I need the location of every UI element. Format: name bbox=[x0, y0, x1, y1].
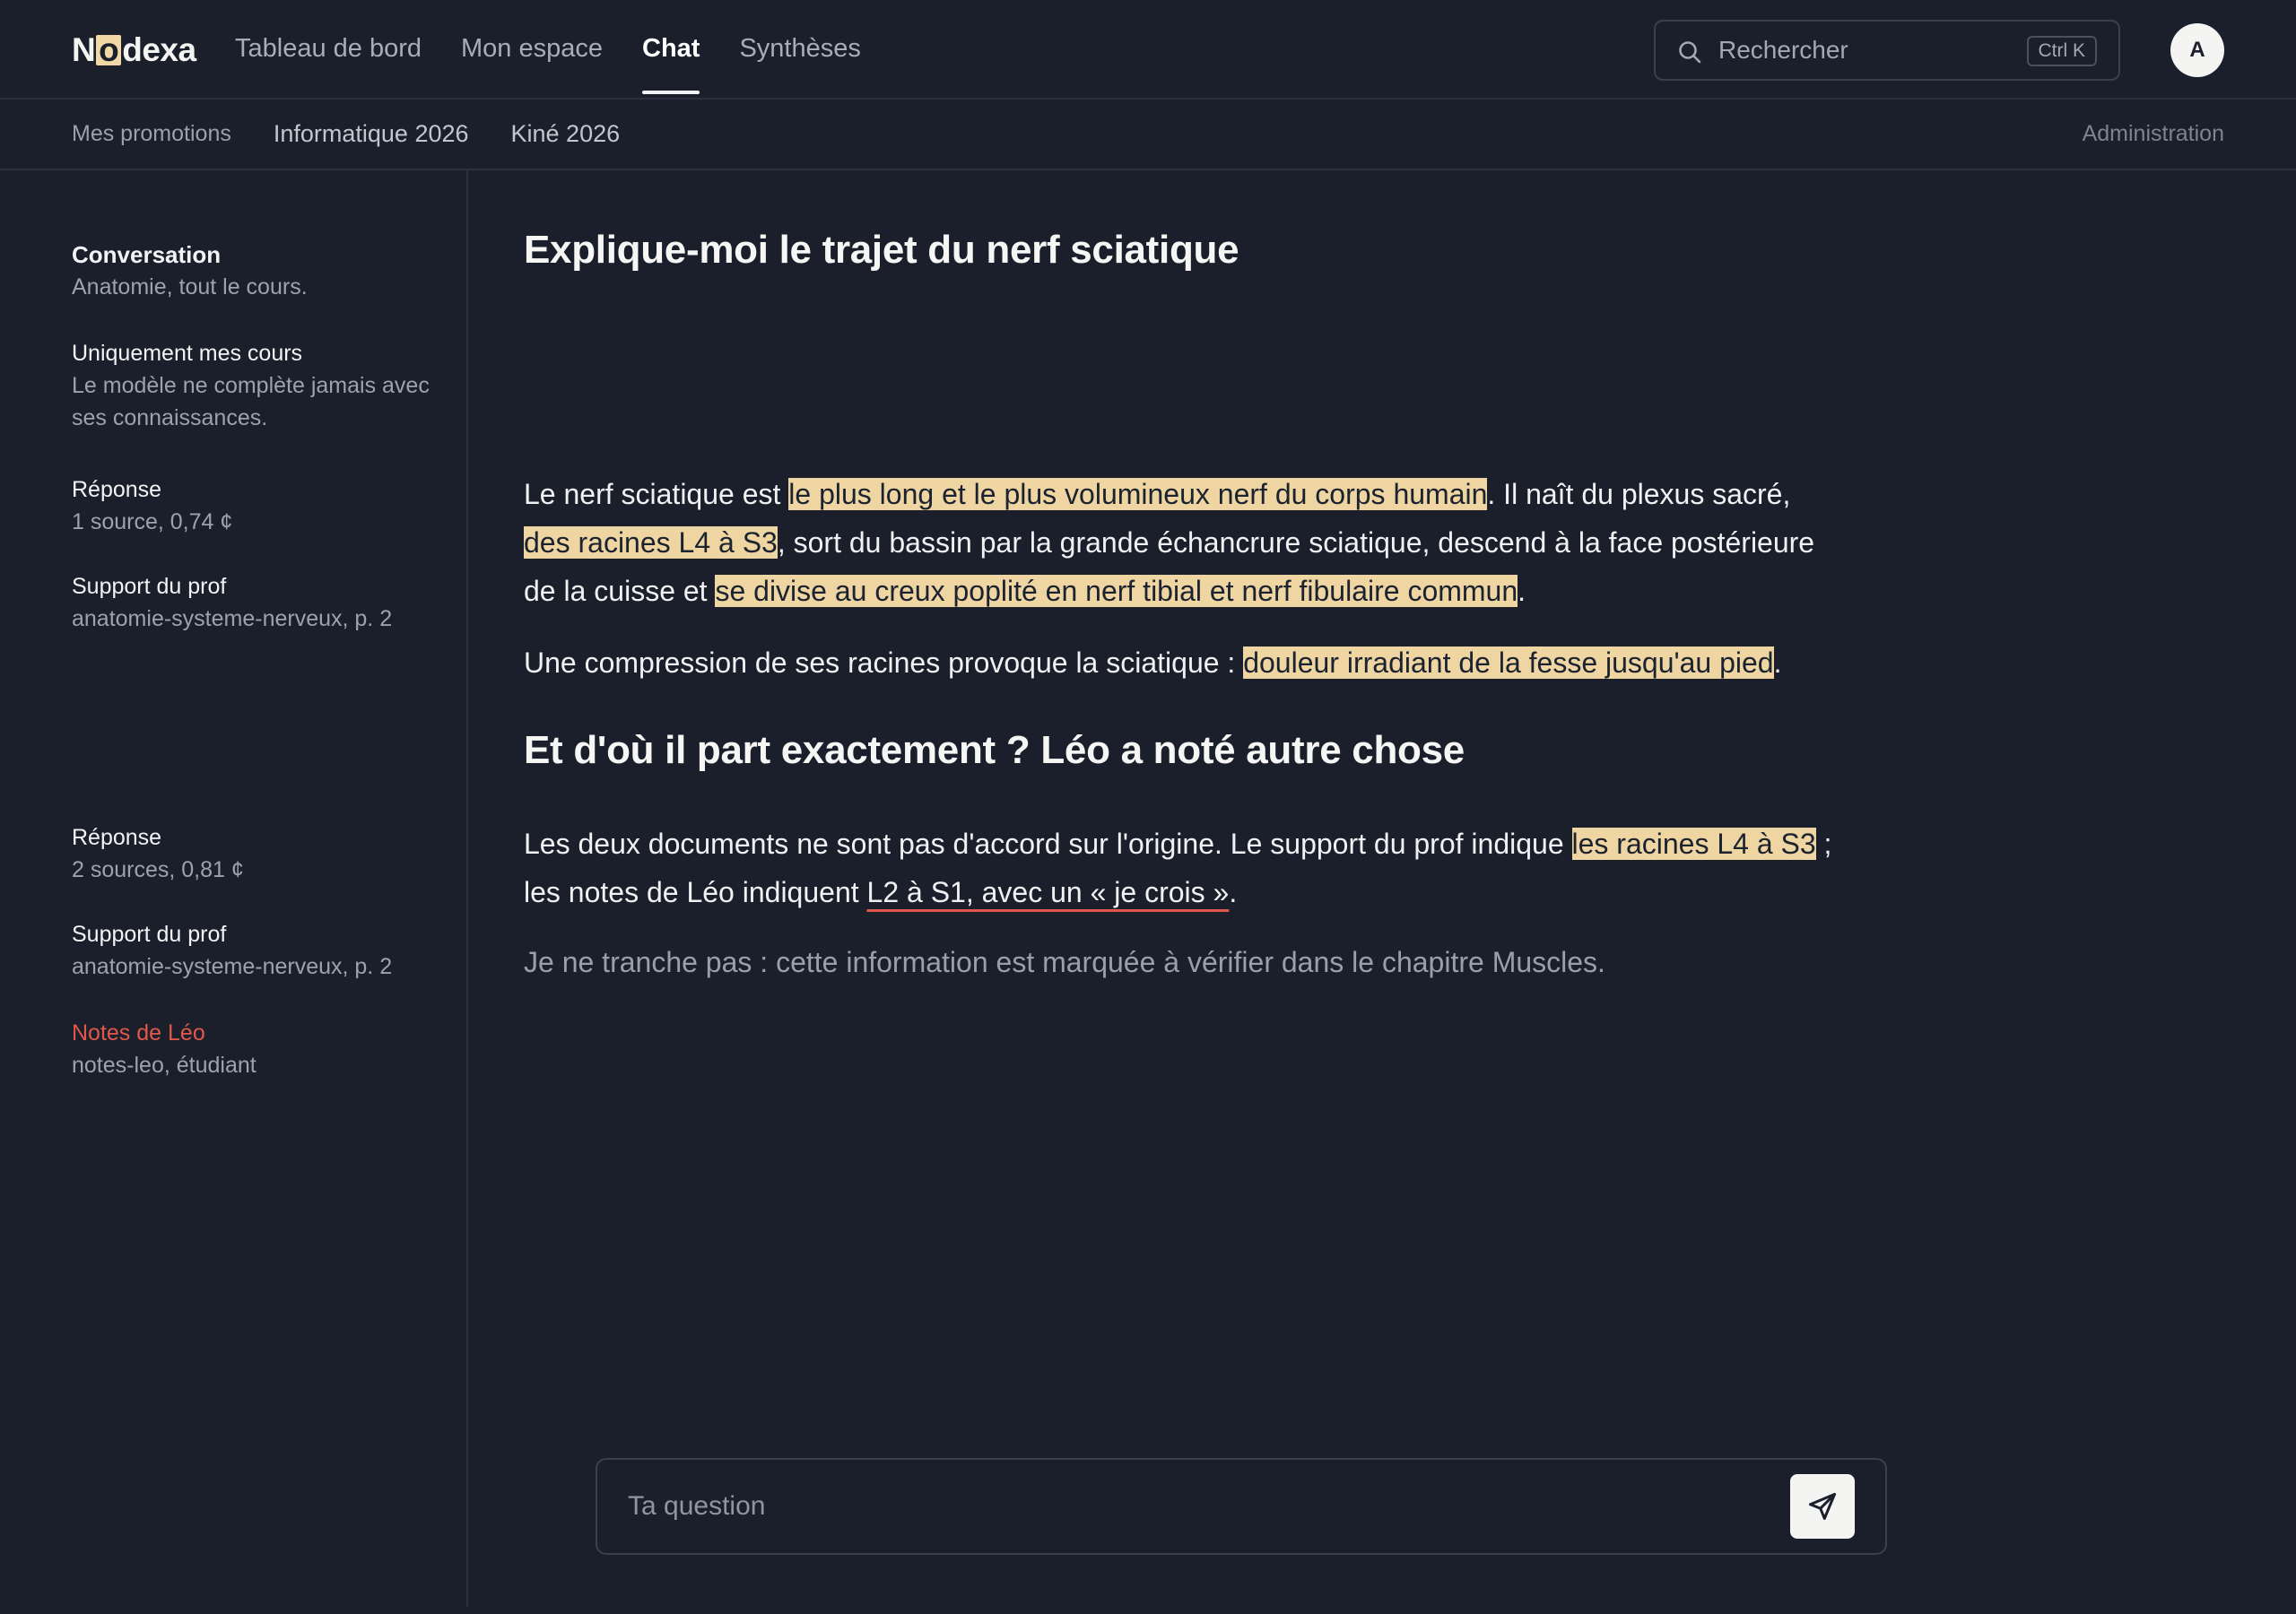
mode-title: Uniquement mes cours bbox=[72, 341, 303, 366]
source-reference: anatomie-systeme-nerveux, p. 2 bbox=[72, 606, 393, 631]
disputed-claim[interactable]: L2 à S1, avec un « je crois » bbox=[867, 876, 1230, 908]
answer-2-info: Réponse 2 sources, 0,81 ¢ bbox=[72, 821, 448, 886]
answer-text: . Il naît du plexus sacré, bbox=[1487, 478, 1791, 510]
source-title: Support du prof bbox=[72, 922, 227, 947]
question-1: Explique-moi le trajet du nerf sciatique bbox=[524, 228, 1239, 272]
answer-2-source-leo[interactable]: Notes de Léo notes-leo, étudiant bbox=[72, 1017, 448, 1081]
cited-highlight[interactable]: douleur irradiant de la fesse jusqu'au p… bbox=[1243, 646, 1774, 679]
source-title-warning: Notes de Léo bbox=[72, 1020, 205, 1046]
mode-description: Le modèle ne complète jamais avec ses co… bbox=[72, 373, 430, 430]
nav-item-chat[interactable]: Chat bbox=[642, 0, 700, 100]
question-placeholder: Ta question bbox=[628, 1491, 766, 1521]
administration-link[interactable]: Administration bbox=[2083, 100, 2224, 169]
answer-1-title: Réponse bbox=[72, 477, 162, 502]
answer-1-meta: 1 source, 0,74 ¢ bbox=[72, 509, 233, 534]
main-nav: Tableau de bord Mon espace Chat Synthèse… bbox=[235, 0, 900, 100]
search-input[interactable]: Rechercher Ctrl K bbox=[1654, 20, 2120, 81]
source-reference: notes-leo, étudiant bbox=[72, 1053, 257, 1078]
promotion-nav: Mes promotions Informatique 2026 Kiné 20… bbox=[72, 100, 662, 169]
send-icon bbox=[1809, 1493, 1836, 1520]
nav-item-summaries[interactable]: Synthèses bbox=[739, 0, 860, 100]
answer-text: Les deux documents ne sont pas d'accord … bbox=[524, 828, 1572, 860]
avatar[interactable]: A bbox=[2170, 23, 2224, 77]
logo-text-start: N bbox=[72, 31, 96, 68]
send-button[interactable] bbox=[1790, 1474, 1855, 1539]
search-icon bbox=[1677, 39, 1702, 65]
question-input[interactable]: Ta question bbox=[596, 1458, 1887, 1555]
answer-text: . bbox=[1229, 876, 1238, 908]
answer-2-source-prof[interactable]: Support du prof anatomie-systeme-nerveux… bbox=[72, 918, 448, 983]
conversation-info: Conversation Anatomie, tout le cours. bbox=[72, 239, 448, 303]
answer-2-paragraph-2: Je ne tranche pas : cette information es… bbox=[524, 946, 1605, 978]
source-title: Support du prof bbox=[72, 574, 227, 599]
cited-highlight[interactable]: les racines L4 à S3 bbox=[1571, 828, 1816, 860]
context-sidebar: Conversation Anatomie, tout le cours. Un… bbox=[0, 170, 468, 1607]
search-placeholder: Rechercher bbox=[1718, 36, 1848, 64]
source-reference: anatomie-systeme-nerveux, p. 2 bbox=[72, 954, 393, 979]
cited-highlight[interactable]: le plus long et le plus volumineux nerf … bbox=[788, 478, 1488, 510]
promotion-item-mine[interactable]: Mes promotions bbox=[72, 121, 231, 147]
answer-text: . bbox=[1773, 646, 1782, 679]
answer-1-source[interactable]: Support du prof anatomie-systeme-nerveux… bbox=[72, 570, 448, 635]
cited-highlight[interactable]: se divise au creux poplité en nerf tibia… bbox=[715, 575, 1518, 607]
conversation-scope: Anatomie, tout le cours. bbox=[72, 274, 308, 299]
answer-2-paragraph-1: Les deux documents ne sont pas d'accord … bbox=[524, 820, 1833, 916]
top-bar: No dexa Tableau de bord Mon espace Chat S… bbox=[0, 0, 2296, 100]
promotion-bar: Mes promotions Informatique 2026 Kiné 20… bbox=[0, 100, 2296, 170]
conversation-title: Conversation bbox=[72, 241, 222, 268]
promotion-item-kine[interactable]: Kiné 2026 bbox=[511, 120, 621, 148]
answer-text: Une compression de ses racines provoque … bbox=[524, 646, 1244, 679]
logo-text-end: dexa bbox=[122, 31, 196, 68]
promotion-item-informatique[interactable]: Informatique 2026 bbox=[274, 120, 469, 148]
cited-highlight[interactable]: des racines L4 à S3 bbox=[524, 526, 778, 559]
answer-2-title: Réponse bbox=[72, 825, 162, 850]
nav-item-dashboard[interactable]: Tableau de bord bbox=[235, 0, 422, 100]
search-shortcut-badge: Ctrl K bbox=[2026, 36, 2097, 66]
logo[interactable]: No dexa bbox=[72, 27, 196, 74]
question-2: Et d'où il part exactement ? Léo a noté … bbox=[524, 728, 1465, 772]
answer-text: Le nerf sciatique est bbox=[524, 478, 789, 510]
answer-2-meta: 2 sources, 0,81 ¢ bbox=[72, 857, 244, 882]
answer-1-paragraph-1: Le nerf sciatique est le plus long et le… bbox=[524, 470, 1833, 615]
answer-1-info: Réponse 1 source, 0,74 ¢ bbox=[72, 473, 448, 538]
answer-text: . bbox=[1518, 575, 1526, 607]
answer-1-paragraph-2: Une compression de ses racines provoque … bbox=[524, 638, 1833, 687]
nav-item-my-space[interactable]: Mon espace bbox=[461, 0, 603, 100]
mode-info: Uniquement mes cours Le modèle ne complè… bbox=[72, 337, 448, 434]
logo-mark: o bbox=[96, 33, 122, 66]
